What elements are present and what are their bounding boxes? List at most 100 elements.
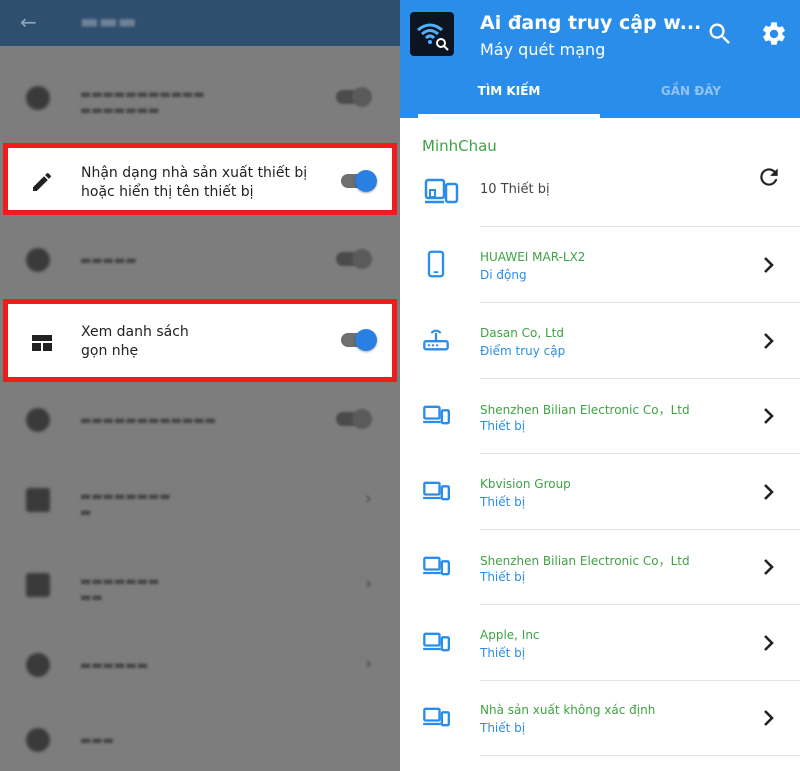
setting-identify-vendor[interactable]: Nhận dạng nhà sản xuất thiết bị hoặc hiể… [3,143,397,215]
chevron-right-icon [762,406,776,426]
device-summary: 10 Thiết bị [400,160,800,226]
setting-label-line1: Xem danh sách [81,324,189,340]
search-button[interactable] [706,20,734,48]
device-vendor: HUAWEI MAR-LX2 [480,250,586,264]
blurred-setting-row: ▬▬▬▬▬▬▬▬▬ › [0,470,400,530]
devices-icon [422,703,450,731]
device-type: Thiết bị [480,646,526,660]
divider [480,453,800,454]
blurred-setting-row: ▬▬▬▬▬▬▬▬▬▬▬▬ [0,390,400,450]
tab-search[interactable]: TÌM KIẾM [418,84,600,98]
device-vendor: Apple, Inc [480,628,540,642]
gear-icon [763,22,785,45]
device-type: Thiết bị [480,419,526,433]
device-row[interactable]: Dasan Co, Ltd Điểm truy cập [400,304,800,380]
device-type: Điểm truy cập [480,344,566,358]
setting-label-line2: hoặc hiển thị tên thiết bị [81,184,254,200]
setting-label-line1: Nhận dạng nhà sản xuất thiết bị [81,165,308,181]
chevron-right-icon: › [364,488,372,509]
setting-label-line2: gọn nhẹ [81,343,139,359]
device-type: Thiết bị [480,495,526,509]
blurred-text: ▬▬▬▬▬▬▬▬▬▬▬▬ [80,413,217,427]
device-row[interactable]: HUAWEI MAR-LX2 Di động [400,228,800,304]
chevron-right-icon [762,708,776,728]
divider [480,302,800,303]
device-type: Di động [480,268,527,282]
chevron-right-icon: › [364,653,372,674]
toggle-switch [336,87,372,107]
blurred-setting-row: ▬▬▬▬▬▬ › [0,635,400,695]
settings-title-blurred: ▬▬▬ [80,9,137,33]
pencil-icon [30,170,54,198]
device-row[interactable]: Nhà sản xuất không xác định Thiết bị [400,681,800,757]
divider [480,604,800,605]
vendor-icon [26,488,50,512]
devices-icon [422,628,450,656]
device-vendor: Dasan Co, Ltd [480,326,564,340]
settings-button[interactable] [760,20,788,48]
app-bar: Ai đang truy cập w... Máy quét mạng TÌM … [400,0,800,118]
setting-compact-list[interactable]: Xem danh sách gọn nhẹ [3,299,397,382]
blurred-text: ▬▬▬▬▬▬▬▬▬ [80,489,171,519]
blurred-text: ▬▬▬▬▬▬▬▬▬▬▬ ▬▬▬▬▬▬▬ [80,87,205,117]
clock-icon [26,653,50,677]
device-row[interactable]: Shenzhen Bilian Electronic Co，Ltd Thiết b… [400,530,800,606]
theme-icon [26,248,50,272]
chevron-right-icon: › [364,573,372,594]
blurred-setting-row: ▬▬▬▬▬▬▬▬▬ › [0,555,400,615]
blurred-text: ▬▬▬▬▬▬ [80,658,149,672]
device-vendor: Kbvision Group [480,477,571,491]
settings-header: ← ▬▬▬ [0,0,400,46]
setting-label: Nhận dạng nhà sản xuất thiết bị hoặc hiể… [81,164,307,202]
compact-list-icon [30,331,54,359]
device-vendor: Nhà sản xuất không xác định [480,703,656,717]
device-row[interactable]: Shenzhen Bilian Electronic Co，Ltd Thiết b… [400,379,800,455]
device-count: 10 Thiết bị [480,182,550,197]
device-vendor: Shenzhen Bilian Electronic Co，Ltd [480,554,690,568]
blurred-setting-row: ▬▬▬ [0,710,400,770]
settings-screen: ← ▬▬▬ ▬▬▬▬▬▬▬▬▬▬▬ ▬▬▬▬▬▬▬ Nhận dạng nhà s… [0,0,400,771]
vendor-toggle[interactable] [341,170,377,192]
tab-recent[interactable]: GẦN ĐÂY [600,84,782,98]
router-icon [422,326,450,354]
device-vendor: Shenzhen Bilian Electronic Co，Ltd [480,403,690,417]
globe-icon [26,408,50,432]
device-row[interactable]: Apple, Inc Thiết bị [400,606,800,682]
device-type: Thiết bị [480,570,526,584]
devices-icon [424,178,460,210]
device-row[interactable]: Kbvision Group Thiết bị [400,455,800,531]
network-name: MinhChau [422,137,497,155]
device-type: Thiết bị [480,721,526,735]
search-icon [709,23,730,44]
app-subtitle: Máy quét mạng [480,40,606,59]
scanner-screen: Ai đang truy cập w... Máy quét mạng TÌM … [400,0,800,771]
blurred-setting-row: ▬▬▬▬▬▬▬▬▬▬▬ ▬▬▬▬▬▬▬ [0,68,400,128]
refresh-button[interactable] [756,164,782,190]
active-tab-indicator [418,114,600,118]
chevron-right-icon [762,255,776,275]
blurred-text: ▬▬▬ [80,733,115,747]
toggle-switch [336,249,372,269]
smartphone-icon [422,250,450,278]
blurred-text: ▬▬▬▬▬ [80,253,137,267]
blurred-text: ▬▬▬▬▬▬▬▬▬ [80,574,160,604]
info-icon [26,728,50,752]
chevron-right-icon [762,482,776,502]
qr-icon [26,573,50,597]
chevron-right-icon [762,331,776,351]
blurred-setting-row: ▬▬▬▬▬ [0,230,400,290]
chevron-right-icon [762,557,776,577]
toggle-switch [336,409,372,429]
setting-label: Xem danh sách gọn nhẹ [81,323,189,361]
globe-icon [26,86,50,110]
app-logo-icon [410,12,454,56]
devices-icon [422,401,450,429]
app-title: Ai đang truy cập w... [480,12,702,34]
compact-list-toggle[interactable] [341,329,377,351]
divider [480,755,800,756]
refresh-icon [760,168,778,186]
devices-icon [422,552,450,580]
chevron-right-icon [762,633,776,653]
divider [480,226,800,227]
back-arrow-icon: ← [20,10,37,34]
